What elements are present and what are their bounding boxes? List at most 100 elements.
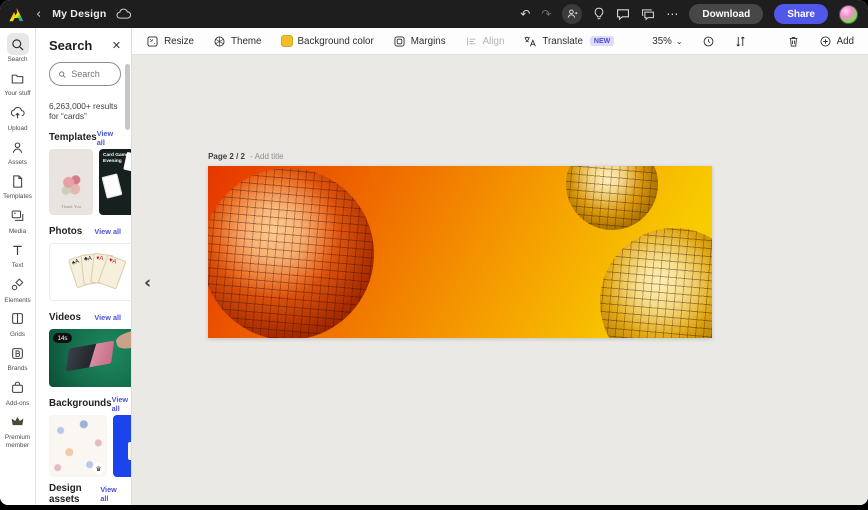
background-color-swatch [280,35,293,47]
media-icon [11,210,24,222]
app-window: ‹ My Design ↶ ↷ ⋯ Download Share Search … [0,0,868,505]
topbar: ‹ My Design ↶ ↷ ⋯ Download Share [0,0,868,28]
plus-circle-icon [820,35,831,47]
chevron-down-icon: ⌄ [675,36,683,46]
section-title-videos: Videos [49,312,81,323]
reorder-pages-button[interactable] [734,35,747,48]
canvas-toolbar: Resize Theme Background color Margins Al… [132,28,868,55]
collapse-panel-chevron[interactable]: ‹ [144,273,151,293]
design-page-banner[interactable] [208,166,713,338]
rail-item-grids[interactable]: Grids [0,308,36,339]
elements-icon [11,278,24,291]
template-thumb-card-game[interactable]: Card Game Evening [99,149,132,215]
rail-item-upload[interactable]: Upload [0,102,36,133]
page-number: Page 2 / 2 [208,152,245,161]
crown-icon [11,417,24,426]
template-thumb-thank-you[interactable]: Thank You [49,149,93,215]
rail-item-add-ons[interactable]: Add-ons [0,377,36,408]
add-page-button[interactable]: Add [819,35,854,48]
redo-icon[interactable]: ↷ [541,8,551,20]
timer-icon [703,36,713,46]
resize-button[interactable]: Resize [146,35,194,48]
panel-scrollbar[interactable] [125,64,131,130]
share-button[interactable]: Share [774,4,828,24]
templates-icon [13,175,23,188]
rail-item-media[interactable]: Media [0,205,36,236]
rail-item-brands[interactable]: Brands [0,342,36,373]
disco-ball-bottom-right [600,228,713,338]
search-panel: Search ✕ 6,263,000+ results for “cards” … [36,28,133,505]
search-input[interactable] [71,69,113,79]
grids-icon [12,313,23,325]
back-chevron-icon[interactable]: ‹ [34,8,43,21]
cloud-sync-icon [116,8,131,19]
card-graphic [101,173,123,199]
person-add-icon [568,9,578,18]
flower-illustration [59,172,83,198]
view-all-photos-link[interactable]: View all [94,227,121,236]
panel-section-videos: Videos View all 14s ♛ 19s [49,310,132,387]
search-icon [59,71,66,78]
brands-icon [12,347,23,359]
close-icon[interactable]: ✕ [112,39,121,52]
zoom-control[interactable]: 35% ⌄ [652,36,682,47]
rail-item-your-stuff[interactable]: Your stuff [0,67,36,98]
resize-icon [147,35,158,47]
text-icon [13,245,22,255]
delete-page-button[interactable] [787,35,800,48]
trash-icon [789,36,797,46]
cards-graphic [65,340,115,372]
user-avatar[interactable] [839,4,858,24]
rail-item-assets[interactable]: Assets [0,136,36,167]
translate-button[interactable]: Translate NEW [523,35,615,48]
canvas-column: Resize Theme Background color Margins Al… [132,28,868,505]
reorder-icon [735,36,745,46]
align-button[interactable]: Align [465,35,504,48]
rail-item-premium-member[interactable]: Premium member [0,411,36,450]
search-input-wrap [49,62,122,86]
more-options-icon[interactable]: ⋯ [666,8,678,20]
rail-item-elements[interactable]: Elements [0,274,36,305]
rail-item-text[interactable]: Text [0,239,36,270]
chat-duplicate-icon[interactable] [641,8,655,21]
section-title-templates: Templates [49,132,97,143]
lightbulb-icon[interactable] [593,7,605,21]
theme-icon [214,35,225,47]
page-duration-button[interactable] [702,35,715,48]
background-thumb-envelope[interactable]: ♛ [113,415,132,477]
download-button[interactable]: Download [689,4,764,24]
view-all-design-assets-link[interactable]: View all [100,485,121,503]
rail-item-templates[interactable]: Templates [0,170,36,201]
new-badge: NEW [589,36,615,46]
folder-icon [11,74,24,84]
invite-people-button[interactable] [562,4,583,24]
align-icon [466,37,476,45]
add-title-hint[interactable]: - Add title [250,152,283,161]
add-ons-icon [12,381,23,393]
left-rail: Search Your stuff Upload Assets Template… [0,28,36,505]
canvas-area: ‹ Page 2 / 2 - Add title [132,55,868,505]
results-count: 6,263,000+ results for “cards” [49,101,118,121]
panel-section-backgrounds: Backgrounds View all ♛ ♛ [49,395,132,477]
margins-button[interactable]: Margins [393,35,446,48]
panel-section-design-assets: Design assets View all ♛ ♠ [49,482,121,505]
comment-icon[interactable] [616,8,630,21]
section-title-design-assets: Design assets [49,482,82,505]
background-thumb-pattern[interactable]: ♛ [49,415,107,477]
view-all-templates-link[interactable]: View all [97,129,121,147]
view-all-backgrounds-link[interactable]: View all [112,395,129,413]
rail-item-search[interactable]: Search [0,33,36,64]
theme-button[interactable]: Theme [213,35,262,48]
page-label[interactable]: Page 2 / 2 - Add title [208,152,284,161]
disco-ball-large [208,168,375,338]
undo-icon[interactable]: ↶ [520,8,530,20]
photo-thumb-aces[interactable]: ♠A ♣A ♦A ♥A [49,243,132,301]
margins-icon [394,35,405,47]
view-all-videos-link[interactable]: View all [94,313,121,322]
background-color-button[interactable]: Background color [280,35,374,47]
panel-section-templates: Templates View all Thank You Card Game E… [49,129,132,215]
video-thumb-poker-table[interactable]: 14s ♛ [49,329,132,387]
document-title: My Design [52,8,107,20]
adobe-express-logo[interactable] [8,7,25,22]
section-title-backgrounds: Backgrounds [49,398,112,409]
